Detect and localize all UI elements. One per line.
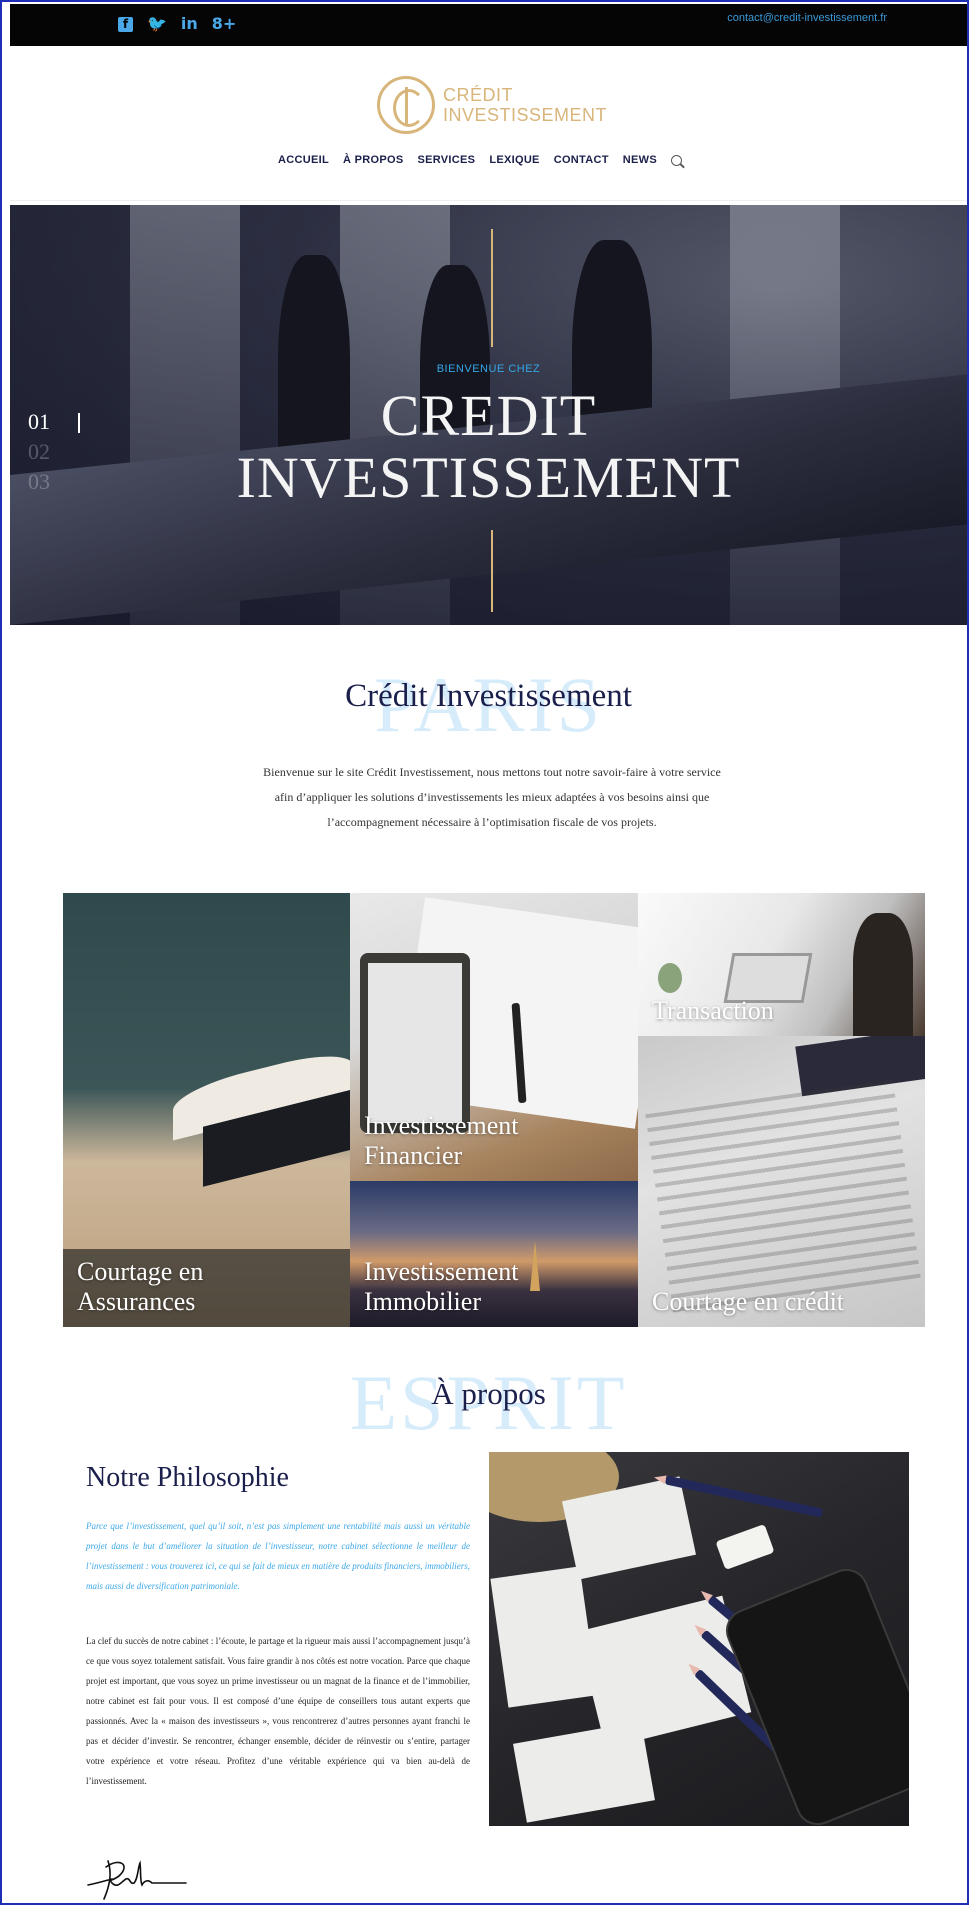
about-title: À propos — [431, 1376, 546, 1411]
photo-pencil — [664, 1475, 824, 1518]
logo-line-2: INVESTISSEMENT — [443, 105, 608, 125]
nav-accueil[interactable]: ACCUEIL — [278, 154, 329, 166]
top-bar: f 🐦 in 8+ contact@credit-investissement.… — [10, 4, 967, 46]
photo-sketch-card — [576, 1595, 752, 1749]
service-tile-transaction[interactable]: Transaction — [638, 893, 925, 1036]
photo-phone — [719, 1562, 909, 1826]
philosophy-quote: Parce que l’investissement, quel qu’il s… — [86, 1521, 470, 1591]
hero-welcome: BIENVENUE CHEZ — [436, 363, 541, 375]
service-label: Investissement Immobilier — [364, 1257, 519, 1316]
service-tile-courtage-assurances[interactable]: Courtage en Assurances — [63, 893, 350, 1327]
googleplus-icon[interactable]: 8+ — [212, 14, 237, 34]
philosophy-body: La clef du succès de notre cabinet : l’é… — [86, 1636, 470, 1786]
site-header: CRÉDIT INVESTISSEMENT ACCUEIL À PROPOS S… — [10, 46, 967, 201]
hero-title-line-1: CREDIT — [380, 383, 597, 448]
hero-divider-bottom — [491, 530, 493, 612]
tile-tablet-screen — [368, 963, 462, 1123]
photo-sketch-card — [513, 1721, 655, 1823]
intro-title: Crédit Investissement — [345, 678, 632, 714]
about-photo — [489, 1452, 909, 1826]
slide-dot-2[interactable]: 02 — [28, 437, 50, 467]
slide-dot-1[interactable]: 01 — [28, 407, 50, 437]
tile-plant — [658, 963, 682, 993]
facebook-icon[interactable]: f — [118, 16, 133, 32]
service-label: Transaction — [652, 996, 774, 1025]
main-nav: ACCUEIL À PROPOS SERVICES LEXIQUE CONTAC… — [278, 154, 682, 166]
nav-lexique[interactable]: LEXIQUE — [489, 154, 539, 166]
hero-divider-top — [491, 229, 493, 347]
logo-text: CRÉDIT INVESTISSEMENT — [443, 85, 607, 125]
service-tile-investissement-financier[interactable]: Investissement Financier — [350, 893, 638, 1181]
service-label: Investissement Financier — [364, 1111, 519, 1170]
nav-contact[interactable]: CONTACT — [554, 154, 609, 166]
philosophy-title: Notre Philosophie — [86, 1462, 289, 1493]
nav-news[interactable]: NEWS — [623, 154, 657, 166]
site-logo[interactable]: CRÉDIT INVESTISSEMENT — [377, 76, 607, 134]
photo-eraser — [715, 1524, 775, 1570]
social-links: f 🐦 in 8+ — [118, 14, 236, 34]
service-tile-courtage-credit[interactable]: Courtage en crédit — [638, 1036, 925, 1327]
linkedin-icon[interactable]: in — [181, 14, 198, 34]
twitter-icon[interactable]: 🐦 — [147, 14, 167, 34]
slide-pager: 01 02 03 — [28, 407, 80, 497]
search-icon[interactable] — [670, 154, 682, 166]
hero-title: CREDIT INVESTISSEMENT — [10, 385, 967, 509]
tile-newspaper-rows — [645, 1079, 921, 1313]
intro-heading: PARIS Crédit Investissement — [10, 660, 967, 748]
nav-services[interactable]: SERVICES — [417, 154, 475, 166]
service-tile-investissement-immobilier[interactable]: Investissement Immobilier — [350, 1181, 638, 1327]
hero-slider: BIENVENUE CHEZ CREDIT INVESTISSEMENT 01 … — [10, 205, 967, 625]
contact-email-link[interactable]: contact@credit-investissement.fr — [727, 12, 887, 24]
service-label: Courtage en crédit — [652, 1287, 845, 1316]
slide-active-bar — [78, 413, 80, 433]
services-grid: Courtage en Assurances Investissement Fi… — [63, 893, 925, 1327]
tile-person — [853, 913, 913, 1036]
about-heading: ESPRIT À propos — [10, 1358, 967, 1446]
logo-mark-icon — [377, 76, 435, 134]
intro-paragraph: Bienvenue sur le site Crédit Investissem… — [263, 765, 721, 829]
service-label: Courtage en Assurances — [77, 1257, 204, 1316]
logo-line-1: CRÉDIT — [443, 85, 513, 105]
signature-image — [87, 1860, 187, 1900]
nav-a-propos[interactable]: À PROPOS — [343, 154, 403, 166]
hero-title-line-2: INVESTISSEMENT — [236, 445, 741, 510]
slide-dot-3[interactable]: 03 — [28, 467, 50, 497]
